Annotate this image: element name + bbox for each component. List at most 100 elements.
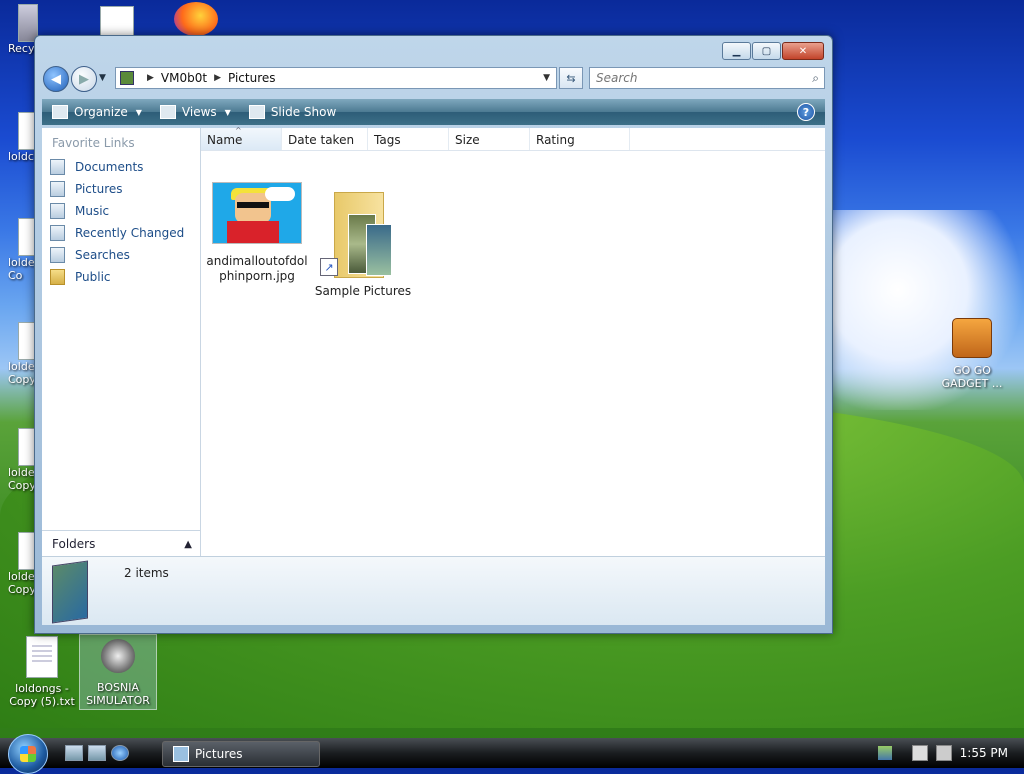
taskbar-button-pictures[interactable]: Pictures xyxy=(162,741,320,767)
maximize-button[interactable]: ▢ xyxy=(752,42,781,60)
desktop-icon-file[interactable]: loldc xyxy=(0,112,38,163)
link-label: Documents xyxy=(75,160,144,174)
desktop-icon-label: lolde Copy xyxy=(8,360,36,386)
desktop-icon-file[interactable]: lolde Co xyxy=(0,218,38,282)
favorite-link-searches[interactable]: Searches xyxy=(42,244,200,266)
forward-button[interactable]: ▶ xyxy=(71,66,97,92)
explorer-window: ▁ ▢ ✕ ◀ ▶ ▼ ▶ VM0b0t ▶ Pictures ▼ ⇆ ⌕ Or… xyxy=(34,35,833,634)
column-label: Name xyxy=(207,133,243,147)
command-bar: Organize ▼ Views ▼ Slide Show ? xyxy=(42,99,825,125)
gear-star-icon xyxy=(101,639,135,673)
image-thumbnail xyxy=(212,182,302,244)
desktop-icon-gadget[interactable]: GO GO GADGET ... xyxy=(934,318,1010,390)
favorite-link-documents[interactable]: Documents xyxy=(42,156,200,178)
network-icon[interactable] xyxy=(911,745,928,761)
link-label: Public xyxy=(75,270,111,284)
favorite-link-pictures[interactable]: Pictures xyxy=(42,178,200,200)
favorite-links-header: Favorite Links xyxy=(52,136,135,150)
desktop-icon-recycle[interactable]: Recy xyxy=(0,4,38,55)
column-size[interactable]: Size xyxy=(449,128,530,150)
windows-update-icon[interactable] xyxy=(877,746,892,760)
column-label: Size xyxy=(455,133,480,147)
desktop-icon-loldongs[interactable]: loldongs - Copy (5).txt xyxy=(4,636,80,708)
searches-icon xyxy=(50,247,65,263)
minimize-button[interactable]: ▁ xyxy=(722,42,751,60)
chevron-down-icon[interactable]: ▼ xyxy=(543,73,550,83)
start-button[interactable] xyxy=(8,734,48,774)
show-desktop-icon[interactable] xyxy=(65,745,83,761)
recent-icon xyxy=(50,225,65,241)
desktop-icon-label: BOSNIA SIMULATOR xyxy=(86,681,150,707)
desktop-icon-file[interactable]: lolde Copy xyxy=(0,532,38,596)
item-count: 2 items xyxy=(124,566,169,580)
breadcrumb-user[interactable]: VM0b0t xyxy=(161,71,207,85)
column-label: Tags xyxy=(374,133,401,147)
music-icon xyxy=(50,203,65,219)
slideshow-button[interactable]: Slide Show xyxy=(248,105,336,119)
firefox-icon[interactable] xyxy=(174,2,218,36)
column-date-taken[interactable]: Date taken xyxy=(282,128,368,150)
link-label: Searches xyxy=(75,248,130,262)
chevron-right-icon[interactable]: ▶ xyxy=(147,73,154,83)
file-list: ^ Name Date taken Tags Size Rating andima… xyxy=(201,126,825,556)
chevron-down-icon: ▼ xyxy=(135,107,142,117)
organize-label: Organize xyxy=(74,105,128,119)
system-tray: 1:55 PM xyxy=(877,738,1024,768)
navigation-pane: Favorite Links Documents Pictures Music … xyxy=(42,128,201,556)
switch-windows-icon[interactable] xyxy=(88,745,106,761)
link-label: Music xyxy=(75,204,110,218)
folder-icon xyxy=(50,269,65,285)
search-icon[interactable]: ⌕ xyxy=(812,71,819,86)
clock[interactable]: 1:55 PM xyxy=(960,746,1008,760)
file-name: andimalloutofdolphinporn.jpg xyxy=(206,254,308,283)
internet-explorer-icon[interactable] xyxy=(111,745,129,761)
briefcase-icon xyxy=(952,318,992,358)
chevron-down-icon: ▼ xyxy=(224,107,231,117)
favorite-link-recently-changed[interactable]: Recently Changed xyxy=(42,222,200,244)
close-button[interactable]: ✕ xyxy=(782,42,824,60)
shortcut-arrow-icon: ↗ xyxy=(320,258,338,276)
link-label: Pictures xyxy=(75,182,123,196)
link-label: Recently Changed xyxy=(75,226,185,240)
views-button[interactable]: Views ▼ xyxy=(159,105,231,119)
desktop-icon-label: loldongs - Copy (5).txt xyxy=(9,682,75,708)
window-controls: ▁ ▢ ✕ xyxy=(721,42,824,60)
favorite-link-music[interactable]: Music xyxy=(42,200,200,222)
refresh-button[interactable]: ⇆ xyxy=(559,67,583,89)
pictures-icon xyxy=(173,746,189,762)
organize-button[interactable]: Organize ▼ xyxy=(52,105,142,119)
back-button[interactable]: ◀ xyxy=(43,66,69,92)
column-rating[interactable]: Rating xyxy=(530,128,630,150)
file-item[interactable]: andimalloutofdolphinporn.jpg xyxy=(205,182,309,284)
favorite-link-public[interactable]: Public xyxy=(42,266,200,288)
desktop-icon-bosnia[interactable]: BOSNIA SIMULATOR xyxy=(79,634,157,710)
desktop-icon-label: loldc xyxy=(8,150,34,163)
desktop-icon-file[interactable]: lolde Copy xyxy=(0,322,38,386)
search-input[interactable] xyxy=(594,70,798,86)
views-icon xyxy=(159,105,176,119)
folders-toggle[interactable]: Folders ▲ xyxy=(42,530,200,557)
chevron-right-icon[interactable]: ▶ xyxy=(214,73,221,83)
column-tags[interactable]: Tags xyxy=(368,128,449,150)
desktop-icon-label: lolde Copy xyxy=(8,570,36,596)
text-file-icon[interactable] xyxy=(100,6,134,38)
column-headers: ^ Name Date taken Tags Size Rating xyxy=(201,126,825,151)
desktop-icon-label: GO GO GADGET ... xyxy=(941,364,1003,390)
desktop-icon-label: Recy xyxy=(8,42,35,55)
recent-pages-dropdown[interactable]: ▼ xyxy=(99,73,106,83)
folder-icon: ↗ xyxy=(320,188,400,278)
volume-muted-icon[interactable] xyxy=(935,745,952,761)
breadcrumb-pictures[interactable]: Pictures xyxy=(228,71,276,85)
folder-item[interactable]: ↗ Sample Pictures xyxy=(311,192,415,299)
folder-name: Sample Pictures xyxy=(314,284,412,298)
column-label: Rating xyxy=(536,133,575,147)
pictures-folder-icon xyxy=(52,560,88,624)
desktop-icon-label: lolde Copy xyxy=(8,466,36,492)
computer-icon xyxy=(120,71,134,85)
address-bar[interactable]: ▶ VM0b0t ▶ Pictures ▼ xyxy=(115,67,557,89)
documents-icon xyxy=(50,159,65,175)
task-label: Pictures xyxy=(195,747,243,761)
desktop-icon-file[interactable]: lolde Copy xyxy=(0,428,38,492)
column-name[interactable]: ^ Name xyxy=(201,126,282,150)
help-icon[interactable]: ? xyxy=(797,103,815,121)
